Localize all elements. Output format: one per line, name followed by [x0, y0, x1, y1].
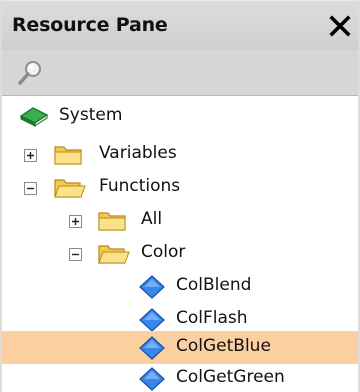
function-diamond-icon — [139, 275, 165, 299]
book-icon — [19, 107, 49, 127]
tree-item-colgetblue[interactable]: ColGetBlue — [2, 331, 358, 364]
tree-node-label: Color — [141, 242, 186, 262]
tree-item-colgetgreen[interactable]: ColGetGreen — [2, 364, 358, 392]
expand-plus-icon[interactable] — [69, 215, 82, 228]
collapse-minus-icon[interactable] — [24, 182, 37, 195]
tree-node-label: Variables — [99, 143, 177, 163]
tree-node-color[interactable]: Color — [2, 239, 358, 269]
expand-plus-icon[interactable] — [24, 149, 37, 162]
tree-node-label: Functions — [99, 176, 181, 196]
tree-item-label: ColGetGreen — [176, 367, 285, 387]
open-folder-icon — [54, 179, 86, 198]
tree-node-functions[interactable]: Functions — [2, 173, 358, 203]
tree-item-label: ColFlash — [176, 308, 248, 328]
open-folder-icon — [98, 245, 130, 264]
tree-item-label: ColBlend — [176, 275, 252, 295]
folder-icon — [54, 146, 82, 165]
collapse-minus-icon[interactable] — [69, 248, 82, 261]
tree-node-all[interactable]: All — [2, 206, 358, 236]
function-diamond-icon — [139, 367, 165, 391]
search-icon[interactable] — [15, 58, 45, 88]
search-bar — [2, 50, 358, 96]
tree-node-label: System — [59, 105, 123, 125]
folder-icon — [98, 212, 126, 231]
resource-tree: System Variables Functions All Color Col… — [2, 96, 358, 392]
pane-titlebar: Resource Pane — [2, 0, 358, 50]
pane-title: Resource Pane — [12, 14, 168, 36]
tree-node-variables[interactable]: Variables — [2, 140, 358, 170]
resource-pane: Resource Pane System Variables Functions… — [0, 0, 360, 392]
tree-item-colblend[interactable]: ColBlend — [2, 272, 358, 302]
function-diamond-icon — [139, 336, 165, 360]
tree-node-system[interactable]: System — [2, 102, 358, 132]
tree-node-label: All — [141, 209, 163, 229]
close-icon[interactable] — [328, 14, 352, 38]
function-diamond-icon — [139, 308, 165, 332]
tree-item-label: ColGetBlue — [176, 336, 271, 356]
